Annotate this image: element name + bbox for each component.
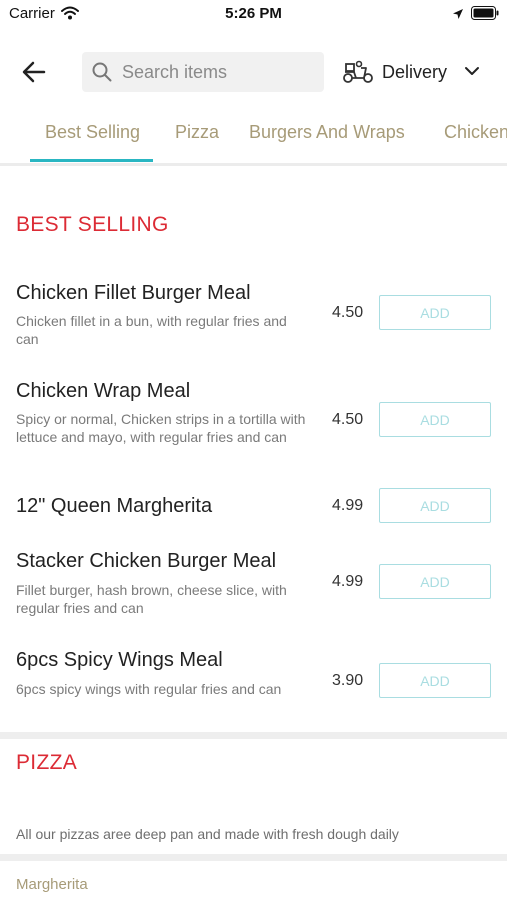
search-icon — [92, 62, 112, 87]
add-button[interactable]: ADD — [379, 663, 491, 698]
item-description: Spicy or normal, Chicken strips in a tor… — [16, 411, 306, 445]
section-note: All our pizzas aree deep pan and made wi… — [16, 826, 399, 842]
item-price: 4.50 — [332, 411, 364, 428]
search-input[interactable] — [122, 60, 312, 84]
item-price: 3.90 — [332, 672, 364, 689]
item-name: 6pcs Spicy Wings Meal — [16, 649, 223, 671]
active-tab-indicator — [30, 159, 153, 162]
tab-best-selling[interactable]: Best Selling — [45, 122, 140, 143]
add-button[interactable]: ADD — [379, 488, 491, 523]
add-button[interactable]: ADD — [379, 402, 491, 437]
search-box[interactable] — [82, 52, 324, 92]
location-arrow-icon — [452, 7, 464, 25]
tabs-divider — [0, 163, 507, 166]
delivery-label: Delivery — [382, 62, 448, 82]
item-description: 6pcs spicy wings with regular fries and … — [16, 681, 282, 697]
scooter-icon — [342, 60, 374, 89]
item-price: 4.99 — [332, 497, 364, 514]
status-time: 5:26 PM — [225, 5, 282, 22]
section-title-best-selling: BEST SELLING — [16, 213, 169, 236]
chevron-down-icon — [464, 64, 480, 82]
item-name: 12" Queen Margherita — [16, 495, 213, 517]
add-button[interactable]: ADD — [379, 295, 491, 330]
item-price: 4.50 — [332, 304, 364, 321]
add-button[interactable]: ADD — [379, 564, 491, 599]
tab-chicken[interactable]: Chicken — [444, 122, 507, 143]
section-divider — [0, 854, 507, 861]
subcategory-label[interactable]: Margherita — [16, 876, 88, 893]
back-arrow-icon — [22, 61, 46, 83]
delivery-selector[interactable]: Delivery — [342, 58, 492, 86]
item-name: Chicken Wrap Meal — [16, 380, 191, 402]
item-description: Chicken fillet in a bun, with regular fr… — [16, 313, 287, 347]
item-description: Fillet burger, hash brown, cheese slice,… — [16, 582, 287, 616]
category-tabs: Best Selling Pizza Burgers And Wraps Chi… — [0, 114, 507, 164]
status-bar: Carrier 5:26 PM — [0, 0, 507, 28]
item-name: Chicken Fillet Burger Meal — [16, 282, 251, 304]
item-price: 4.99 — [332, 573, 364, 590]
toolbar: Delivery — [0, 46, 507, 98]
section-divider — [0, 732, 507, 739]
item-name: Stacker Chicken Burger Meal — [16, 550, 277, 572]
battery-icon — [471, 6, 499, 25]
back-button[interactable] — [20, 58, 52, 86]
tab-burgers-and-wraps[interactable]: Burgers And Wraps — [249, 122, 405, 143]
tab-pizza[interactable]: Pizza — [175, 122, 219, 143]
section-title-pizza: PIZZA — [16, 751, 78, 774]
